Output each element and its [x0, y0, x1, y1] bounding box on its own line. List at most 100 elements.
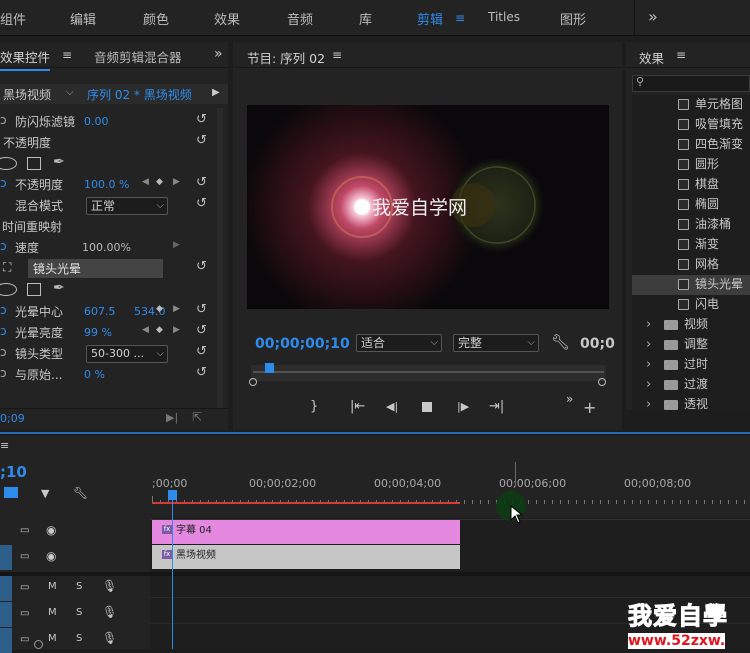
workspace-more-icon[interactable]: » — [648, 7, 658, 26]
microphone-icon[interactable]: 🎙︎ — [102, 631, 117, 645]
marker-icon[interactable]: ▼ — [41, 487, 49, 500]
reset-icon[interactable]: ↺ — [196, 323, 207, 338]
track-output-icon[interactable]: ▭ — [20, 582, 29, 593]
effect-item[interactable]: 网格 — [632, 255, 750, 275]
track-output-icon[interactable]: ▭ — [20, 634, 29, 645]
keyframe-prev-icon[interactable]: ◀ — [142, 177, 149, 187]
mute-button[interactable]: M — [48, 607, 57, 618]
workspace-tab-graphics[interactable]: 图形 — [560, 9, 586, 28]
track-output-icon[interactable]: ▭ — [20, 551, 29, 562]
pen-mask-icon[interactable]: ✒ — [53, 280, 65, 296]
reset-icon[interactable]: ↺ — [196, 302, 207, 317]
mute-button[interactable]: M — [48, 581, 57, 592]
effect-folder[interactable]: › 过渡 — [632, 375, 750, 395]
pen-mask-icon[interactable]: ✒ — [53, 154, 65, 170]
transform-icon[interactable]: ⛶ — [3, 260, 11, 275]
title-clip[interactable]: fx 字幕 04 — [152, 520, 460, 544]
reset-icon[interactable]: ↺ — [196, 344, 207, 359]
effect-folder[interactable]: › 过时 — [632, 355, 750, 375]
snap-icon[interactable] — [4, 487, 18, 498]
export-icon[interactable]: ⇱ — [192, 410, 202, 424]
out-point-handle[interactable] — [598, 378, 606, 386]
chevron-right-icon[interactable]: › — [646, 337, 658, 352]
workspace-tab-effects[interactable]: 效果 — [214, 9, 240, 28]
go-to-out-icon[interactable]: ⇥| — [489, 399, 504, 414]
panel-more-icon[interactable]: » — [214, 46, 223, 62]
solo-button[interactable]: S — [76, 581, 82, 592]
tab-audio-clip-mixer[interactable]: 音频剪辑混合器 — [94, 47, 182, 66]
blend-mode-select[interactable]: 正常 ⌵ — [86, 197, 168, 215]
video-frame[interactable]: 我爱自学网 — [247, 105, 609, 309]
chevron-right-icon[interactable]: › — [646, 397, 658, 410]
opacity-value[interactable]: 100.0 % — [84, 178, 129, 191]
chevron-right-icon[interactable]: › — [646, 317, 658, 332]
antiflicker-value[interactable]: 0.00 — [84, 115, 109, 128]
lens-flare-row[interactable]: ⛶ 镜头光晕 ↺ — [0, 259, 215, 279]
effect-folder[interactable]: › 调整 — [632, 335, 750, 355]
workspace-tab-audio[interactable]: 音频 — [287, 9, 313, 28]
time-remap-row[interactable]: 时间重映射 — [0, 217, 215, 237]
panel-menu-icon[interactable]: ≡ — [0, 439, 9, 452]
effect-item[interactable]: 镜头光晕 — [632, 275, 750, 295]
keyframe-add-icon[interactable]: ◆ — [156, 304, 163, 314]
effect-item[interactable]: 渐变 — [632, 235, 750, 255]
track-output-icon[interactable]: ▭ — [20, 608, 29, 619]
flare-brightness-value[interactable]: 99 % — [84, 326, 112, 339]
effect-item[interactable]: 吸管填充 — [632, 115, 750, 135]
playhead-marker[interactable] — [265, 363, 274, 373]
keyframe-prev-icon[interactable]: ◀ — [142, 325, 149, 335]
stopwatch-icon[interactable]: ↄ — [0, 113, 7, 127]
keyframe-next-icon[interactable]: ▶ — [173, 304, 180, 314]
lens-type-select[interactable]: 50-300 ... ⌵ — [86, 345, 168, 363]
timeline-playhead-line[interactable] — [172, 492, 173, 649]
reset-icon[interactable]: ↺ — [196, 112, 207, 127]
speed-value[interactable]: 100.00% — [82, 241, 131, 254]
workspace-tab-titles[interactable]: Titles — [488, 10, 520, 24]
scrollbar[interactable] — [217, 108, 223, 408]
more-controls-icon[interactable]: » — [566, 392, 573, 406]
sequence-clip-name[interactable]: 序列 02 * 黑场视频 — [87, 86, 192, 103]
ellipse-mask-icon[interactable] — [0, 283, 17, 296]
effects-search-input[interactable]: ⚲ — [632, 75, 750, 92]
chevron-right-icon[interactable]: › — [646, 357, 658, 372]
eye-icon[interactable]: ◉ — [46, 523, 56, 537]
zoom-fit-select[interactable]: 适合 ⌵ — [356, 334, 442, 352]
program-monitor-title[interactable]: 节目: 序列 02 — [247, 48, 325, 67]
eye-icon[interactable]: ◉ — [46, 549, 56, 563]
workspace-menu-icon[interactable]: ≡ — [455, 11, 465, 25]
scrub-bar[interactable] — [251, 365, 606, 381]
zoom-handle[interactable] — [34, 640, 43, 649]
keyframe-add-icon[interactable]: ◆ — [156, 177, 163, 187]
keyframe-next-icon[interactable]: ▶ — [173, 240, 180, 250]
effect-controls-timecode[interactable]: 0;09 — [0, 412, 25, 425]
workspace-tab-libraries[interactable]: 库 — [359, 9, 372, 28]
workspace-tab-clip[interactable]: 剪辑 — [417, 9, 443, 28]
in-point-handle[interactable] — [249, 378, 257, 386]
effect-item[interactable]: 圆形 — [632, 155, 750, 175]
stopwatch-icon[interactable]: ↄ — [0, 303, 7, 317]
source-clip-name[interactable]: 黑场视频 — [3, 86, 51, 103]
mark-out-icon[interactable]: } — [310, 399, 318, 414]
chevron-right-icon[interactable]: › — [646, 377, 658, 392]
stopwatch-icon[interactable]: ↄ — [0, 324, 7, 338]
timeline-playhead-handle[interactable] — [168, 490, 177, 500]
black-video-clip[interactable]: fx 黑场视频 — [152, 545, 460, 569]
effect-item[interactable]: 单元格图 — [632, 95, 750, 115]
microphone-icon[interactable]: 🎙︎ — [102, 605, 117, 619]
stopwatch-icon[interactable]: ↄ — [0, 239, 7, 253]
keyframe-next-icon[interactable]: ▶ — [173, 177, 180, 187]
panel-menu-icon[interactable]: ≡ — [676, 48, 686, 62]
step-forward-icon[interactable]: |▶ — [457, 400, 469, 413]
effect-item[interactable]: 棋盘 — [632, 175, 750, 195]
solo-button[interactable]: S — [76, 607, 82, 618]
add-button-icon[interactable]: + — [583, 398, 596, 417]
effect-item[interactable]: 椭圆 — [632, 195, 750, 215]
effect-item[interactable]: 油漆桶 — [632, 215, 750, 235]
rectangle-mask-icon[interactable] — [27, 157, 41, 170]
workspace-tab-color[interactable]: 颜色 — [143, 9, 169, 28]
reset-icon[interactable]: ↺ — [196, 175, 207, 190]
panel-menu-icon[interactable]: ≡ — [332, 48, 342, 62]
play-triangle-icon[interactable]: ▶ — [212, 87, 220, 98]
solo-button[interactable]: S — [76, 633, 82, 644]
rectangle-mask-icon[interactable] — [27, 283, 41, 296]
